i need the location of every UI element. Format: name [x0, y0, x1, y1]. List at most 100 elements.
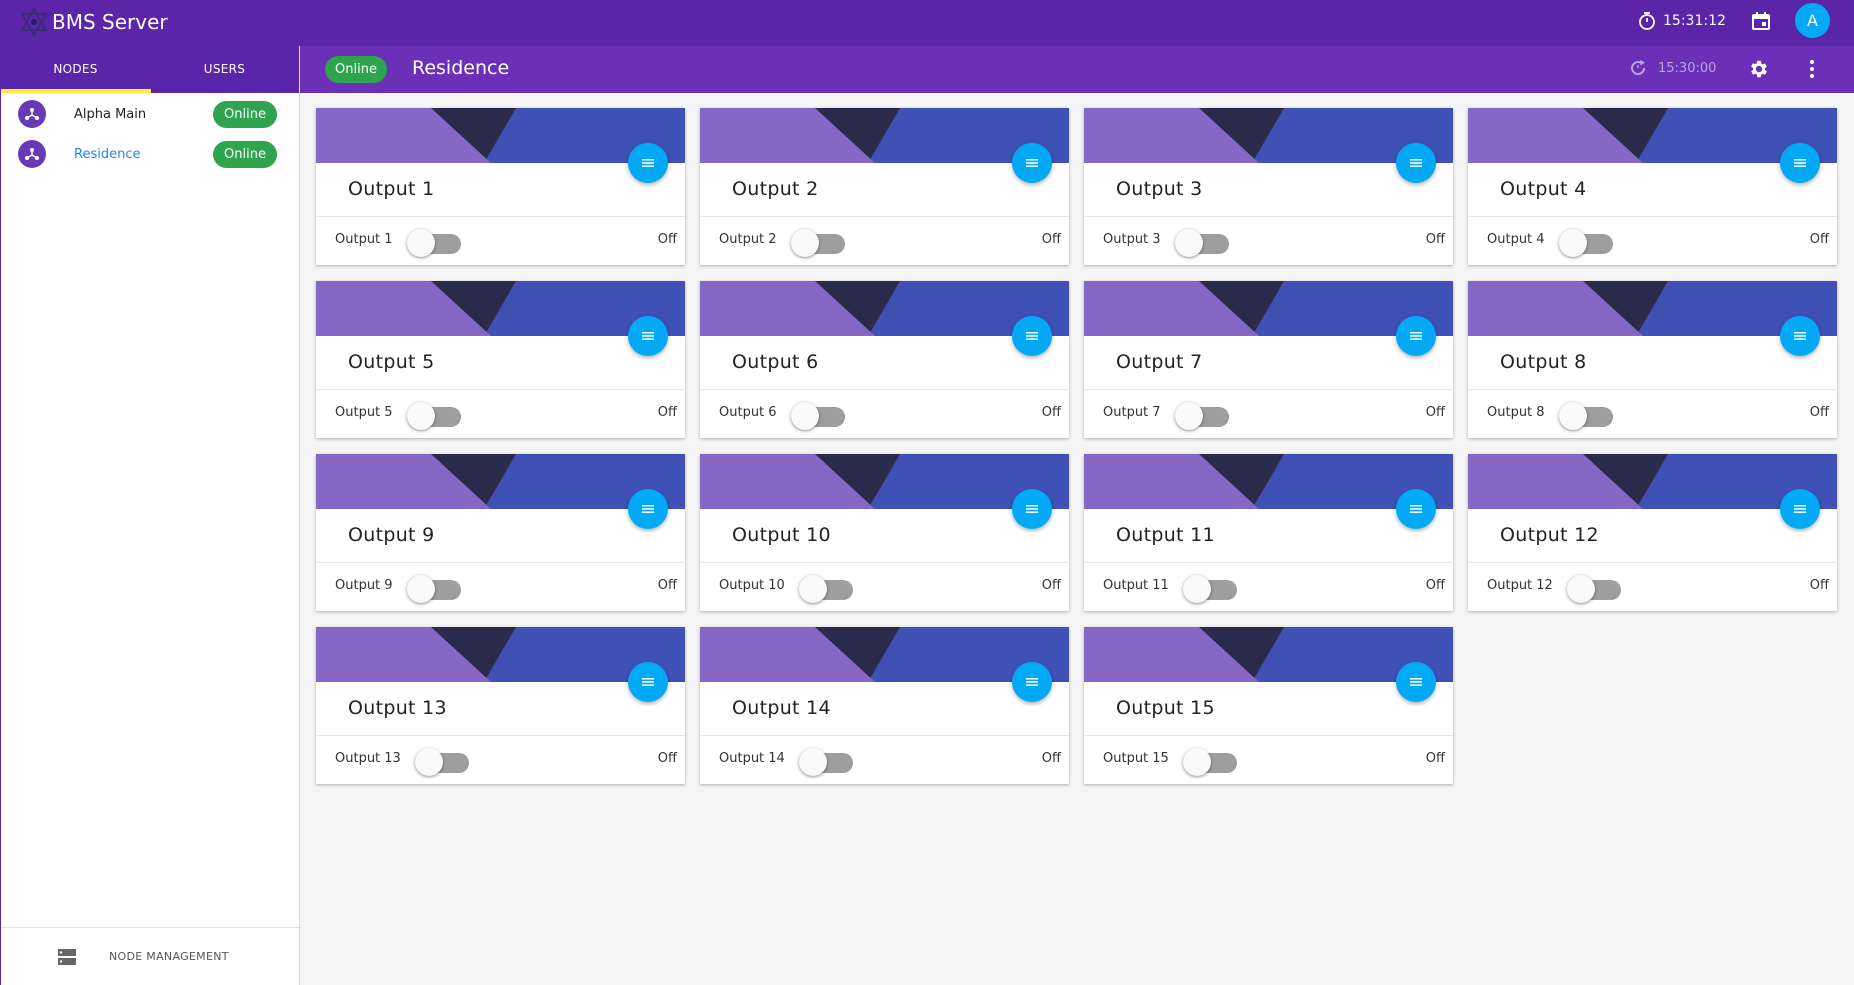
output-card-6: Output 6 Output 6 Off [700, 281, 1069, 438]
output-toggle[interactable] [1559, 228, 1613, 257]
output-card-7: Output 7 Output 7 Off [1084, 281, 1453, 438]
output-toggle[interactable] [1175, 401, 1229, 430]
card-title: Output 8 [1500, 351, 1587, 373]
last-update-time: 15:30:00 [1658, 60, 1717, 76]
refresh-icon[interactable] [1628, 58, 1648, 78]
list-icon [642, 678, 654, 686]
list-icon [642, 505, 654, 513]
card-menu-button[interactable] [1012, 316, 1052, 356]
card-menu-button[interactable] [628, 489, 668, 529]
output-toggle[interactable] [1567, 574, 1621, 603]
toggle-knob [1183, 575, 1211, 603]
card-menu-button[interactable] [628, 143, 668, 183]
card-menu-button[interactable] [1396, 489, 1436, 529]
calendar-icon[interactable] [1751, 11, 1771, 31]
card-menu-button[interactable] [628, 316, 668, 356]
output-card-2: Output 2 Output 2 Off [700, 108, 1069, 265]
sidebar-item-alpha-main[interactable]: Alpha Main Online [1, 94, 301, 134]
clock: 15:31:12 [1637, 11, 1726, 31]
node-name: Alpha Main [74, 106, 147, 122]
card-menu-button[interactable] [1396, 662, 1436, 702]
output-label: Output 11 [1103, 578, 1169, 593]
toggle-knob [1175, 402, 1203, 430]
output-toggle[interactable] [407, 574, 461, 603]
output-card-8: Output 8 Output 8 Off [1468, 281, 1837, 438]
node-icon [18, 140, 46, 168]
more-vert-icon[interactable] [1802, 58, 1822, 80]
output-card-11: Output 11 Output 11 Off [1084, 454, 1453, 611]
output-toggle[interactable] [415, 747, 469, 776]
card-menu-button[interactable] [1396, 316, 1436, 356]
divider [316, 389, 685, 390]
tab-nodes[interactable]: NODES [1, 46, 150, 93]
output-label: Output 1 [335, 232, 393, 247]
card-menu-button[interactable] [1780, 489, 1820, 529]
list-icon [1026, 678, 1038, 686]
card-menu-button[interactable] [1012, 662, 1052, 702]
avatar[interactable]: A [1795, 3, 1830, 38]
output-state: Off [1809, 405, 1829, 420]
output-toggle[interactable] [799, 574, 853, 603]
card-menu-button[interactable] [1396, 143, 1436, 183]
divider [700, 735, 1069, 736]
list-icon [1410, 159, 1422, 167]
output-card-9: Output 9 Output 9 Off [316, 454, 685, 611]
card-title: Output 11 [1116, 524, 1215, 546]
card-title: Output 10 [732, 524, 831, 546]
toggle-knob [407, 575, 435, 603]
card-menu-button[interactable] [1012, 489, 1052, 529]
toggle-knob [1559, 402, 1587, 430]
output-toggle[interactable] [1175, 228, 1229, 257]
output-toggle[interactable] [1183, 747, 1237, 776]
timer-icon [1639, 12, 1655, 30]
refresh-time[interactable]: 15:30:00 [1628, 58, 1716, 78]
card-title: Output 12 [1500, 524, 1599, 546]
output-label: Output 5 [335, 405, 393, 420]
card-title: Output 6 [732, 351, 819, 373]
output-card-14: Output 14 Output 14 Off [700, 627, 1069, 784]
card-menu-button[interactable] [1012, 143, 1052, 183]
output-toggle[interactable] [791, 228, 845, 257]
output-toggle[interactable] [407, 228, 461, 257]
card-title: Output 15 [1116, 697, 1215, 719]
output-toggle[interactable] [1183, 574, 1237, 603]
divider [1468, 562, 1837, 563]
divider [700, 216, 1069, 217]
status-badge: Online [213, 100, 277, 128]
output-card-3: Output 3 Output 3 Off [1084, 108, 1453, 265]
output-label: Output 12 [1487, 578, 1553, 593]
card-menu-button[interactable] [628, 662, 668, 702]
toggle-knob [799, 748, 827, 776]
output-state: Off [657, 751, 677, 766]
toggle-knob [799, 575, 827, 603]
output-state: Off [1425, 578, 1445, 593]
card-title: Output 2 [732, 178, 819, 200]
output-state: Off [1425, 232, 1445, 247]
output-toggle[interactable] [799, 747, 853, 776]
card-title: Output 9 [348, 524, 435, 546]
output-label: Output 8 [1487, 405, 1545, 420]
output-toggle[interactable] [407, 401, 461, 430]
node-toolbar: Online Residence 15:30:00 [300, 46, 1854, 93]
output-label: Output 13 [335, 751, 401, 766]
output-card-10: Output 10 Output 10 Off [700, 454, 1069, 611]
card-title: Output 7 [1116, 351, 1203, 373]
list-icon [1026, 505, 1038, 513]
output-label: Output 10 [719, 578, 785, 593]
tab-indicator [1, 89, 151, 93]
gear-icon[interactable] [1748, 58, 1770, 80]
card-menu-button[interactable] [1780, 316, 1820, 356]
node-management-button[interactable]: NODE MANAGEMENT [1, 927, 301, 985]
list-icon [1410, 332, 1422, 340]
card-menu-button[interactable] [1780, 143, 1820, 183]
output-toggle[interactable] [1559, 401, 1613, 430]
list-icon [1410, 678, 1422, 686]
list-icon [642, 159, 654, 167]
node-icon [18, 100, 46, 128]
footer-label: NODE MANAGEMENT [109, 950, 229, 963]
output-state: Off [657, 405, 677, 420]
tab-users[interactable]: USERS [150, 46, 299, 93]
output-toggle[interactable] [791, 401, 845, 430]
sidebar-item-residence[interactable]: Residence Online [1, 134, 301, 174]
logo-icon [20, 6, 48, 38]
